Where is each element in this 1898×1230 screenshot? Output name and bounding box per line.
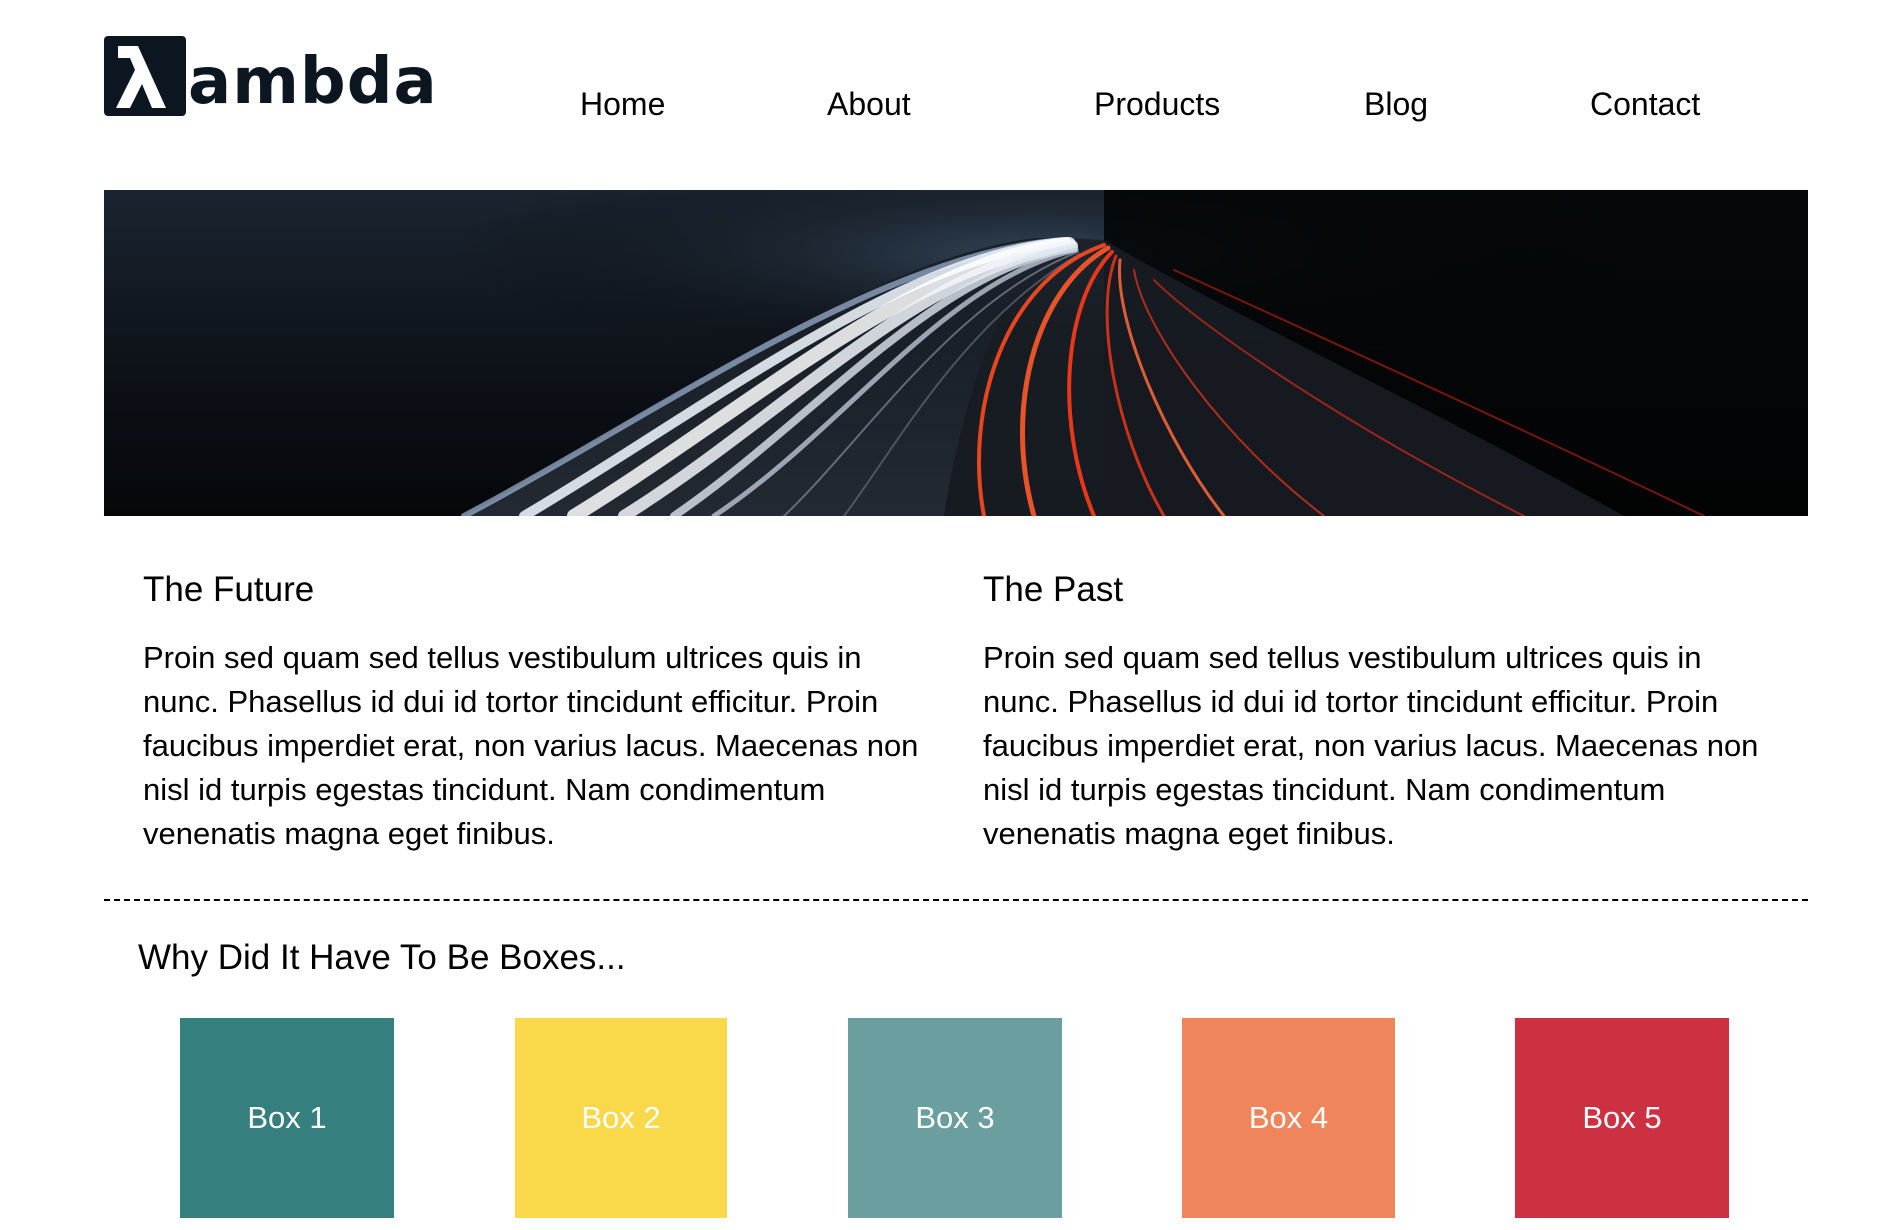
column-title: The Future [143, 570, 315, 609]
nav-item-contact[interactable]: Contact [1590, 80, 1700, 128]
column-text: Proin sed quam sed tellus vestibulum ult… [143, 640, 919, 851]
box-label: Box 4 [1248, 1100, 1329, 1135]
box-4[interactable]: Box 4 [1182, 1018, 1395, 1218]
column-text: Proin sed quam sed tellus vestibulum ult… [983, 640, 1759, 851]
nav-item-about[interactable]: About [827, 80, 911, 128]
nav-item-home[interactable]: Home [580, 80, 665, 128]
box-label: Box 2 [581, 1100, 661, 1135]
lambda-logo-icon [104, 36, 186, 116]
box-label: Box 1 [247, 1100, 327, 1135]
brand-logo[interactable]: ambda [104, 34, 438, 116]
main-nav: Home About Products Blog Contact [520, 80, 1760, 128]
box-label: Box 3 [915, 1100, 995, 1135]
box-3[interactable]: Box 3 [848, 1018, 1062, 1218]
box-1[interactable]: Box 1 [180, 1018, 394, 1218]
box-5[interactable]: Box 5 [1515, 1018, 1729, 1218]
column-title: The Past [983, 570, 1124, 609]
box-label: Box 5 [1582, 1100, 1662, 1135]
hero-image [104, 190, 1808, 516]
brand-name: ambda [188, 45, 438, 119]
page: ambda Home About Products Blog Contact T… [0, 0, 1898, 1230]
boxes-section-title: Why Did It Have To Be Boxes... [138, 938, 626, 977]
box-2[interactable]: Box 2 [515, 1018, 727, 1218]
nav-item-products[interactable]: Products [1094, 80, 1220, 128]
nav-item-blog[interactable]: Blog [1364, 80, 1428, 128]
column-past: The Past Proin sed quam sed tellus vesti… [983, 566, 1783, 856]
column-future: The Future Proin sed quam sed tellus ves… [143, 566, 943, 856]
section-divider [104, 899, 1808, 901]
